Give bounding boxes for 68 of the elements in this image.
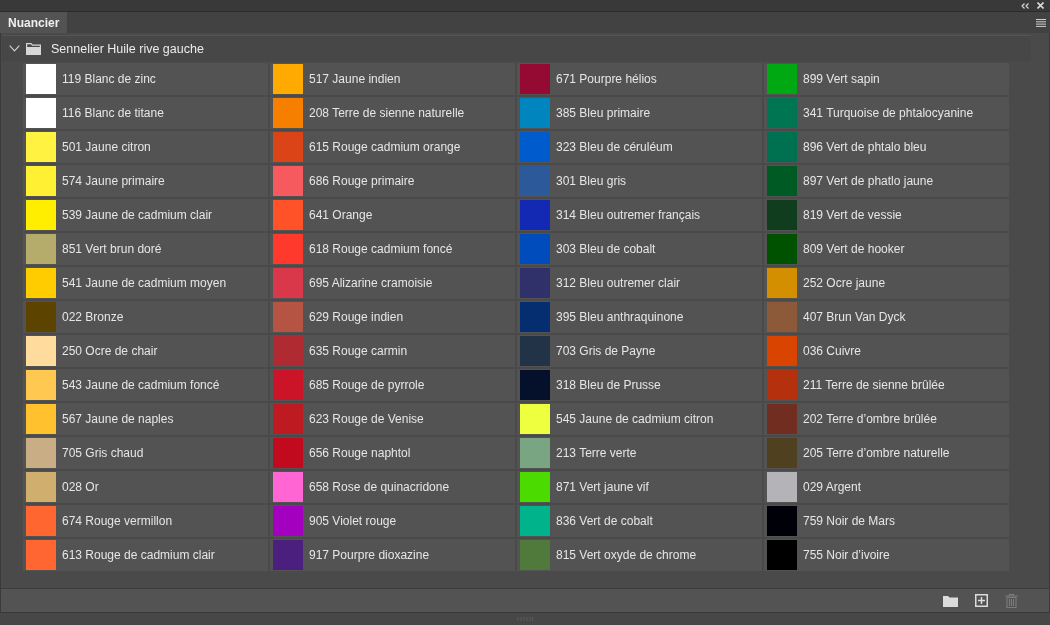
swatch-item[interactable]: 323 Bleu de céruléum <box>517 131 762 163</box>
swatch-item[interactable]: 815 Vert oxyde de chrome <box>517 539 762 571</box>
swatch-item[interactable]: 208 Terre de sienne naturelle <box>270 97 515 129</box>
swatch-item[interactable]: 303 Bleu de cobalt <box>517 233 762 265</box>
swatch-item[interactable]: 205 Terre d’ombre naturelle <box>764 437 1009 469</box>
swatch-item[interactable]: 705 Gris chaud <box>23 437 268 469</box>
swatch-item[interactable]: 851 Vert brun doré <box>23 233 268 265</box>
swatch-item[interactable]: 671 Pourpre hélios <box>517 63 762 95</box>
tab[interactable]: Nuancier <box>0 12 68 33</box>
swatch-item[interactable]: 917 Pourpre dioxazine <box>270 539 515 571</box>
swatch-item[interactable]: 809 Vert de hooker <box>764 233 1009 265</box>
swatch-item[interactable]: 314 Bleu outremer français <box>517 199 762 231</box>
swatch-item[interactable]: 899 Vert sapin <box>764 63 1009 95</box>
swatch-item[interactable]: 905 Violet rouge <box>270 505 515 537</box>
swatch-item[interactable]: 695 Alizarine cramoisie <box>270 267 515 299</box>
swatch-item[interactable]: 759 Noir de Mars <box>764 505 1009 537</box>
swatch-item[interactable]: 836 Vert de cobalt <box>517 505 762 537</box>
swatch-item[interactable]: 703 Gris de Payne <box>517 335 762 367</box>
plus-square-icon[interactable] <box>975 594 988 607</box>
folder-icon <box>26 42 41 55</box>
swatch-item[interactable]: 658 Rose de quinacridone <box>270 471 515 503</box>
swatch-item[interactable]: 629 Rouge indien <box>270 301 515 333</box>
swatch-item[interactable]: 656 Rouge naphtol <box>270 437 515 469</box>
swatch-item[interactable]: 641 Orange <box>270 199 515 231</box>
swatch-item[interactable]: 541 Jaune de cadmium moyen <box>23 267 268 299</box>
swatch-item[interactable]: 116 Blanc de titane <box>23 97 268 129</box>
swatch-item[interactable]: 755 Noir d’ivoire <box>764 539 1009 571</box>
swatch-item[interactable]: 539 Jaune de cadmium clair <box>23 199 268 231</box>
swatch-item[interactable]: 517 Jaune indien <box>270 63 515 95</box>
swatch-item[interactable]: 635 Rouge carmin <box>270 335 515 367</box>
swatch-item[interactable]: 501 Jaune citron <box>23 131 268 163</box>
swatch-item[interactable]: 567 Jaune de naples <box>23 403 268 435</box>
swatch-item[interactable]: 545 Jaune de cadmium citron <box>517 403 762 435</box>
swatch-item[interactable]: 211 Terre de sienne brûlée <box>764 369 1009 401</box>
swatch-item[interactable]: 685 Rouge de pyrrole <box>270 369 515 401</box>
swatch-item[interactable]: 623 Rouge de Venise <box>270 403 515 435</box>
swatch-item[interactable]: 213 Terre verte <box>517 437 762 469</box>
swatch-item[interactable]: 312 Bleu outremer clair <box>517 267 762 299</box>
swatch-item[interactable]: 252 Ocre jaune <box>764 267 1009 299</box>
swatch-item[interactable]: 022 Bronze <box>23 301 268 333</box>
swatch-item[interactable]: 341 Turquoise de phtalocyanine <box>764 97 1009 129</box>
swatch-item[interactable]: 674 Rouge vermillon <box>23 505 268 537</box>
swatch-item[interactable]: 029 Argent <box>764 471 1009 503</box>
swatch-item[interactable]: 395 Bleu anthraquinone <box>517 301 762 333</box>
swatch-item[interactable]: 119 Blanc de zinc <box>23 63 268 95</box>
swatch-item[interactable]: 871 Vert jaune vif <box>517 471 762 503</box>
close-icon[interactable] <box>1037 2 1044 9</box>
swatch-item[interactable]: 543 Jaune de cadmium foncé <box>23 369 268 401</box>
swatch-item[interactable]: 574 Jaune primaire <box>23 165 268 197</box>
swatch-item[interactable]: 618 Rouge cadmium foncé <box>270 233 515 265</box>
swatch-item[interactable]: 301 Bleu gris <box>517 165 762 197</box>
swatch-item[interactable]: 613 Rouge de cadmium clair <box>23 539 268 571</box>
chevron-icon[interactable] <box>9 45 20 52</box>
swatch-item[interactable]: 615 Rouge cadmium orange <box>270 131 515 163</box>
swatch-item[interactable]: 036 Cuivre <box>764 335 1009 367</box>
swatch-item[interactable]: 407 Brun Van Dyck <box>764 301 1009 333</box>
menu-icon[interactable] <box>1036 18 1046 27</box>
swatch-item[interactable]: 897 Vert de phatlo jaune <box>764 165 1009 197</box>
swatch-item[interactable]: 250 Ocre de chair <box>23 335 268 367</box>
swatch-item[interactable]: 202 Terre d’ombre brûlée <box>764 403 1009 435</box>
double-chevron-icon[interactable] <box>1021 2 1029 9</box>
swatch-item[interactable]: 385 Bleu primaire <box>517 97 762 129</box>
swatch-item[interactable]: 318 Bleu de Prusse <box>517 369 762 401</box>
swatch-item[interactable]: 686 Rouge primaire <box>270 165 515 197</box>
swatch-item[interactable]: 028 Or <box>23 471 268 503</box>
folder-icon[interactable] <box>943 594 958 607</box>
swatch-item[interactable]: 819 Vert de vessie <box>764 199 1009 231</box>
swatch-item[interactable]: 896 Vert de phtalo bleu <box>764 131 1009 163</box>
